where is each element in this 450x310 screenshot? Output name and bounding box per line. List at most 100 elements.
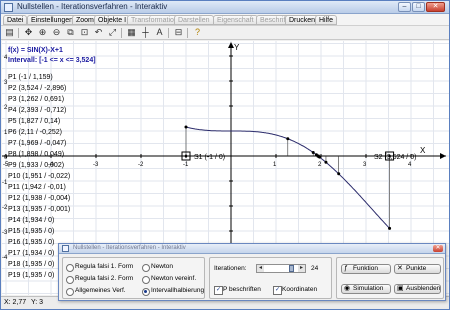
iterations-value: 24 — [311, 265, 319, 272]
hide-icon: ▣ — [397, 285, 404, 292]
grid-icon[interactable]: ▦ — [126, 27, 137, 38]
simulation-button-label: Simulation — [353, 285, 384, 292]
point-label: P17 (1,934 / 0) — [8, 250, 55, 257]
y-axis-label: Y — [234, 43, 240, 52]
x-axis-label: X — [420, 146, 426, 155]
dialog-close-icon[interactable]: ✕ — [433, 245, 443, 252]
point-label: P7 (1,969 / -0,047) — [8, 140, 67, 147]
close-icon[interactable]: ✕ — [426, 2, 445, 12]
iteration-point — [324, 160, 328, 164]
function-icon: ƒ — [344, 265, 348, 272]
zoom-reset-icon[interactable]: ⊡ — [79, 27, 90, 38]
zoom-out-icon[interactable]: ⊖ — [51, 27, 62, 38]
axis-icon[interactable]: ┼ — [140, 27, 151, 38]
menu-hilfe[interactable]: Hilfe — [315, 15, 338, 25]
function-label: f(x) = SIN(X)-X+1 — [8, 47, 63, 54]
minimize-icon[interactable]: – — [398, 2, 411, 12]
interval-label: Intervall: [-1 <= x <= 3,524] — [8, 57, 96, 64]
toolbar-separator — [168, 28, 169, 38]
point-label: P15 (1,935 / 0) — [8, 228, 55, 235]
ausblenden-button-label: Ausblenden — [406, 285, 441, 292]
s1-label: S1 (-1 / 0) — [194, 154, 226, 161]
radio-newton[interactable]: Newton — [142, 263, 173, 272]
iterations-label: Iterationen: — [214, 265, 247, 272]
radio-intervallhalbierung[interactable]: Intervallhalbierung — [142, 287, 204, 296]
x-axis-arrow — [440, 153, 446, 159]
lock-icon[interactable]: ⊟ — [173, 27, 184, 38]
point-label: P10 (1,951 / -0,022) — [8, 173, 71, 180]
punkte-button[interactable]: ✕ Punkte — [394, 264, 441, 274]
point-label: P4 (2,393 / -0,712) — [8, 107, 67, 114]
title-bar[interactable]: Nullstellen - Iterationsverfahren - Inte… — [1, 1, 449, 14]
undo-icon[interactable]: ↶ — [93, 27, 104, 38]
x-tick-label: -3 — [93, 162, 99, 168]
window-title: Nullstellen - Iterationsverfahren - Inte… — [17, 2, 168, 11]
zoom-window-icon[interactable]: ⧉ — [65, 27, 76, 38]
toolbar-separator — [187, 28, 188, 38]
x-tick-label: -2 — [138, 162, 144, 168]
dialog-title: Nullstellen - Iterationsverfahren - Inte… — [73, 245, 186, 251]
points-icon: ✕ — [397, 265, 403, 272]
point-label: P16 (1,935 / 0) — [8, 239, 55, 246]
point-label: P5 (1,827 / 0,14) — [8, 118, 61, 125]
iterations-group: Iterationen: ◂ ▸ 24 P beschriften Koordi… — [209, 257, 332, 299]
point-label: P11 (1,942 / -0,01) — [8, 184, 66, 191]
menu-einstellungen[interactable]: Einstellungen — [27, 15, 78, 25]
punkte-button-label: Punkte — [406, 265, 427, 272]
simulation-icon: ◉ — [344, 285, 351, 292]
radio-regula-falsi-1[interactable]: Regula falsi 1. Form — [66, 263, 133, 272]
app-icon — [4, 3, 13, 12]
menu-eigenschaft[interactable]: Eigenschaft — [213, 15, 258, 25]
ausblenden-button[interactable]: ▣ Ausblenden — [394, 284, 441, 294]
iteration-dialog: Nullstellen - Iterationsverfahren - Inte… — [58, 243, 446, 301]
x-tick-label: -1 — [183, 162, 189, 168]
slider-thumb[interactable] — [288, 265, 294, 272]
help-icon[interactable]: ? — [192, 27, 203, 38]
slider-left-icon[interactable]: ◂ — [257, 265, 264, 272]
slider-right-icon[interactable]: ▸ — [298, 265, 305, 272]
point-label: P8 (1,898 / 0,049) — [8, 151, 65, 158]
menu-bar: Datei Einstellungen Zoom Objekte I Trans… — [1, 14, 449, 26]
menu-datei[interactable]: Datei — [3, 15, 28, 25]
point-label: P1 (-1 / 1,159) — [8, 74, 53, 81]
print-icon[interactable]: ▤ — [4, 27, 15, 38]
point-label: P2 (3,524 / -2,896) — [8, 85, 67, 92]
toolbar-separator — [121, 28, 122, 38]
dialog-icon — [62, 245, 69, 252]
coordinates-checkbox[interactable]: Koordinaten — [273, 286, 317, 295]
maximize-icon[interactable]: □ — [412, 2, 425, 12]
radio-allgemeines-verf[interactable]: Allgemeines Verf. — [66, 287, 126, 296]
points-label-checkbox[interactable]: P beschriften — [214, 286, 261, 295]
status-x: X: 2,77 — [4, 299, 27, 306]
point-label: P19 (1,935 / 0) — [8, 272, 55, 279]
iteration-point — [286, 137, 290, 141]
funktion-button[interactable]: ƒ Funktion — [341, 264, 391, 274]
toolbar-separator — [18, 28, 19, 38]
point-label: P14 (1,934 / 0) — [8, 217, 55, 224]
simulation-button[interactable]: ◉ Simulation — [341, 284, 391, 294]
point-label: P13 (1,935 / -0,001) — [8, 206, 71, 213]
menu-objekte[interactable]: Objekte I — [94, 15, 131, 25]
move-icon[interactable]: ✥ — [23, 27, 34, 38]
radio-newton-vereinf[interactable]: Newton vereinf. — [142, 275, 196, 284]
radio-regula-falsi-2[interactable]: Regula falsi 2. Form — [66, 275, 133, 284]
toolbar: ▤ ✥ ⊕ ⊖ ⧉ ⊡ ↶ ⤢ ▦ ┼ A ⊟ ? — [1, 26, 449, 40]
status-y: Y: 3 — [31, 299, 44, 306]
point-label: P9 (1,933 / 0,002) — [8, 162, 65, 169]
iterations-slider[interactable]: ◂ ▸ — [256, 264, 306, 273]
menu-darstellen[interactable]: Darstellen — [174, 15, 214, 25]
point-label: P3 (1,262 / 0,691) — [8, 96, 65, 103]
dialog-title-bar[interactable]: Nullstellen - Iterationsverfahren - Inte… — [59, 244, 445, 254]
menu-drucken[interactable]: Drucken — [285, 15, 320, 25]
s2-label: S2 (3,524 / 0) — [374, 154, 417, 161]
zoom-in-icon[interactable]: ⊕ — [37, 27, 48, 38]
zoom-fit-icon[interactable]: ⤢ — [107, 27, 118, 38]
funktion-button-label: Funktion — [353, 265, 378, 272]
text-icon[interactable]: A — [154, 27, 165, 38]
iteration-point — [388, 226, 392, 230]
iteration-point — [184, 125, 188, 129]
iteration-point — [311, 151, 315, 154]
method-group: Regula falsi 1. Form Regula falsi 2. For… — [62, 257, 205, 299]
iteration-point — [337, 172, 341, 176]
action-group: ƒ Funktion ✕ Punkte ◉ Simulation ▣ Ausblende… — [336, 257, 444, 299]
